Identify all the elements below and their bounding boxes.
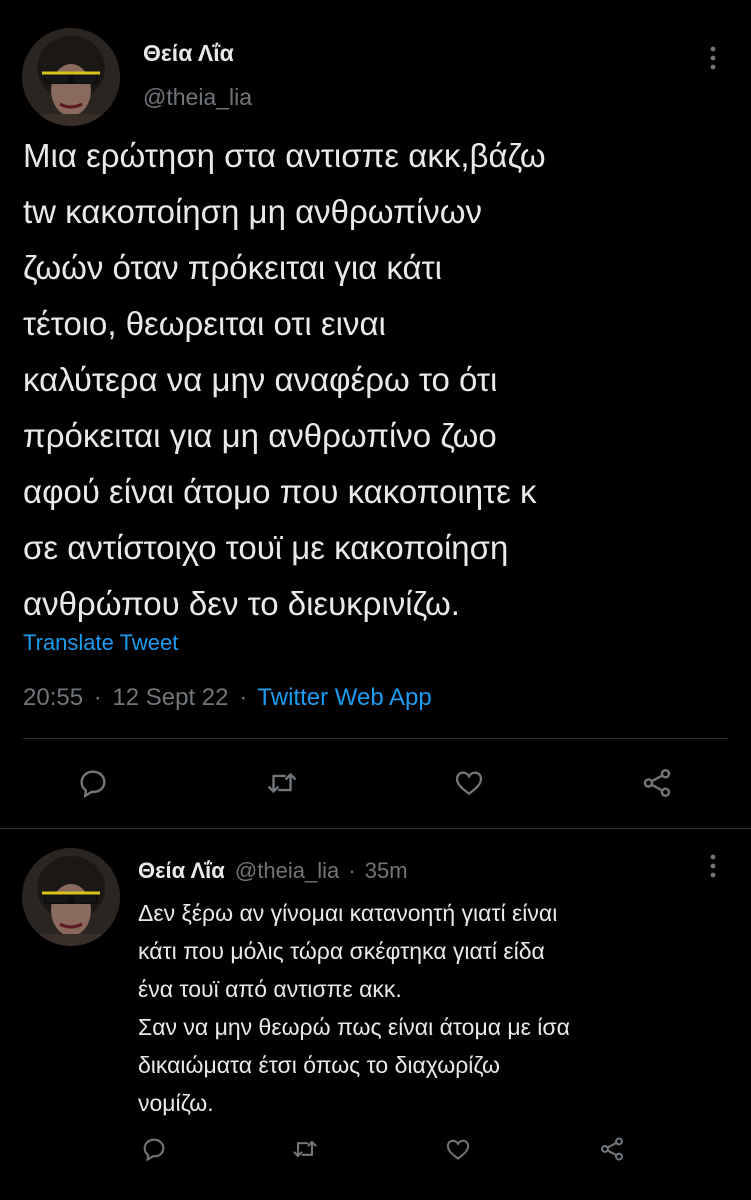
reply-text-line: Σαν να μην θεωρώ πως είναι άτομα με ίσα [138, 1014, 570, 1040]
divider [23, 738, 728, 739]
tweet-text-line: σε αντίστοιχο τουϊ με κακοποίηση [23, 529, 509, 566]
meta-separator: · [239, 684, 248, 711]
section-divider [0, 828, 751, 829]
tweet-meta: 20:55 · 12 Sept 22 · Twitter Web App [23, 684, 432, 712]
tweet-text-line: καλύτερα να μην αναφέρω το ότι [23, 361, 498, 398]
reply-text-line: Δεν ξέρω αν γίνομαι κατανοητή γιατί είνα… [138, 900, 558, 926]
avatar[interactable] [22, 848, 120, 946]
author-handle[interactable]: @theia_lia [235, 858, 339, 883]
reply-text-line: ένα τουϊ από αντισπε ακκ. [138, 976, 402, 1002]
tweet-text-line: ανθρώπου δεν το διευκρινίζω. [23, 585, 460, 622]
share-icon[interactable] [598, 1135, 626, 1163]
translate-tweet-link[interactable]: Translate Tweet [23, 630, 178, 656]
tweet-source[interactable]: Twitter Web App [257, 684, 431, 711]
retweet-icon[interactable] [290, 1135, 320, 1163]
tweet-date[interactable]: 12 Sept 22 [112, 684, 228, 711]
like-icon[interactable] [452, 767, 486, 799]
author-handle[interactable]: @theia_lia [143, 84, 252, 111]
meta-separator: · [93, 684, 102, 711]
tweet-text-line: πρόκειται για μη ανθρωπίνο ζωο [23, 417, 497, 454]
reply-text: Δεν ξέρω αν γίνομαι κατανοητή γιατί είνα… [138, 894, 738, 1122]
tweet-text-line: Μια ερώτηση στα αντισπε ακκ,βάζω [23, 137, 546, 174]
share-icon[interactable] [640, 766, 674, 800]
tweet-text-line: ζωών όταν πρόκειται για κάτι [23, 249, 442, 286]
meta-separator: · [348, 858, 356, 883]
tweet-text-line: αφού είναι άτομο που κακοποιητε κ [23, 473, 537, 510]
like-icon[interactable] [444, 1136, 472, 1163]
tweet-time[interactable]: 20:55 [23, 684, 83, 711]
tweet-text-line: tw κακοποίηση μη ανθρωπίνων [23, 193, 482, 230]
tweet-text: Μια ερώτηση στα αντισπε ακκ,βάζω tw κακο… [23, 128, 738, 632]
avatar[interactable] [22, 28, 120, 126]
reply-header: Θεία Λΐα @theia_lia · 35m [138, 858, 408, 884]
retweet-icon[interactable] [264, 766, 300, 800]
reply-text-line: νομίζω. [138, 1090, 214, 1116]
author-name[interactable]: Θεία Λΐα [143, 40, 234, 67]
tweet-time-ago[interactable]: 35m [365, 858, 408, 883]
reply-text-line: δικαιώματα έτσι όπως το διαχωρίζω [138, 1052, 500, 1078]
reply-icon[interactable] [140, 1135, 168, 1163]
author-name[interactable]: Θεία Λΐα [138, 858, 225, 883]
more-vertical-icon[interactable] [703, 852, 723, 880]
reply-text-line: κάτι που μόλις τώρα σκέφτηκα γιατί είδα [138, 938, 545, 964]
reply-icon[interactable] [76, 766, 110, 800]
tweet-text-line: τέτοιο, θεωρειται οτι ειναι [23, 305, 386, 342]
more-vertical-icon[interactable] [703, 44, 723, 72]
